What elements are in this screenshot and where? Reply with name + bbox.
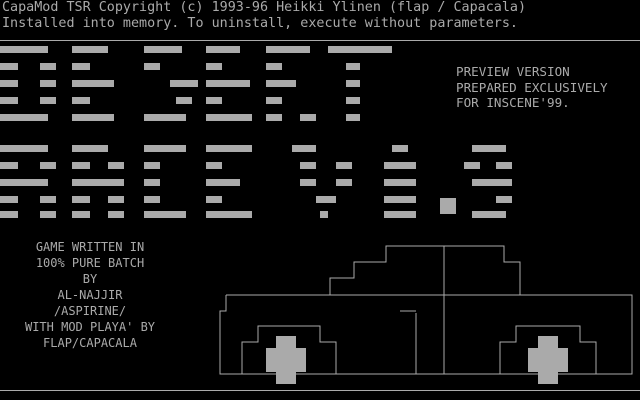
car-wheels	[266, 336, 568, 384]
car-icon	[219, 245, 633, 384]
bottom-divider	[0, 390, 640, 391]
